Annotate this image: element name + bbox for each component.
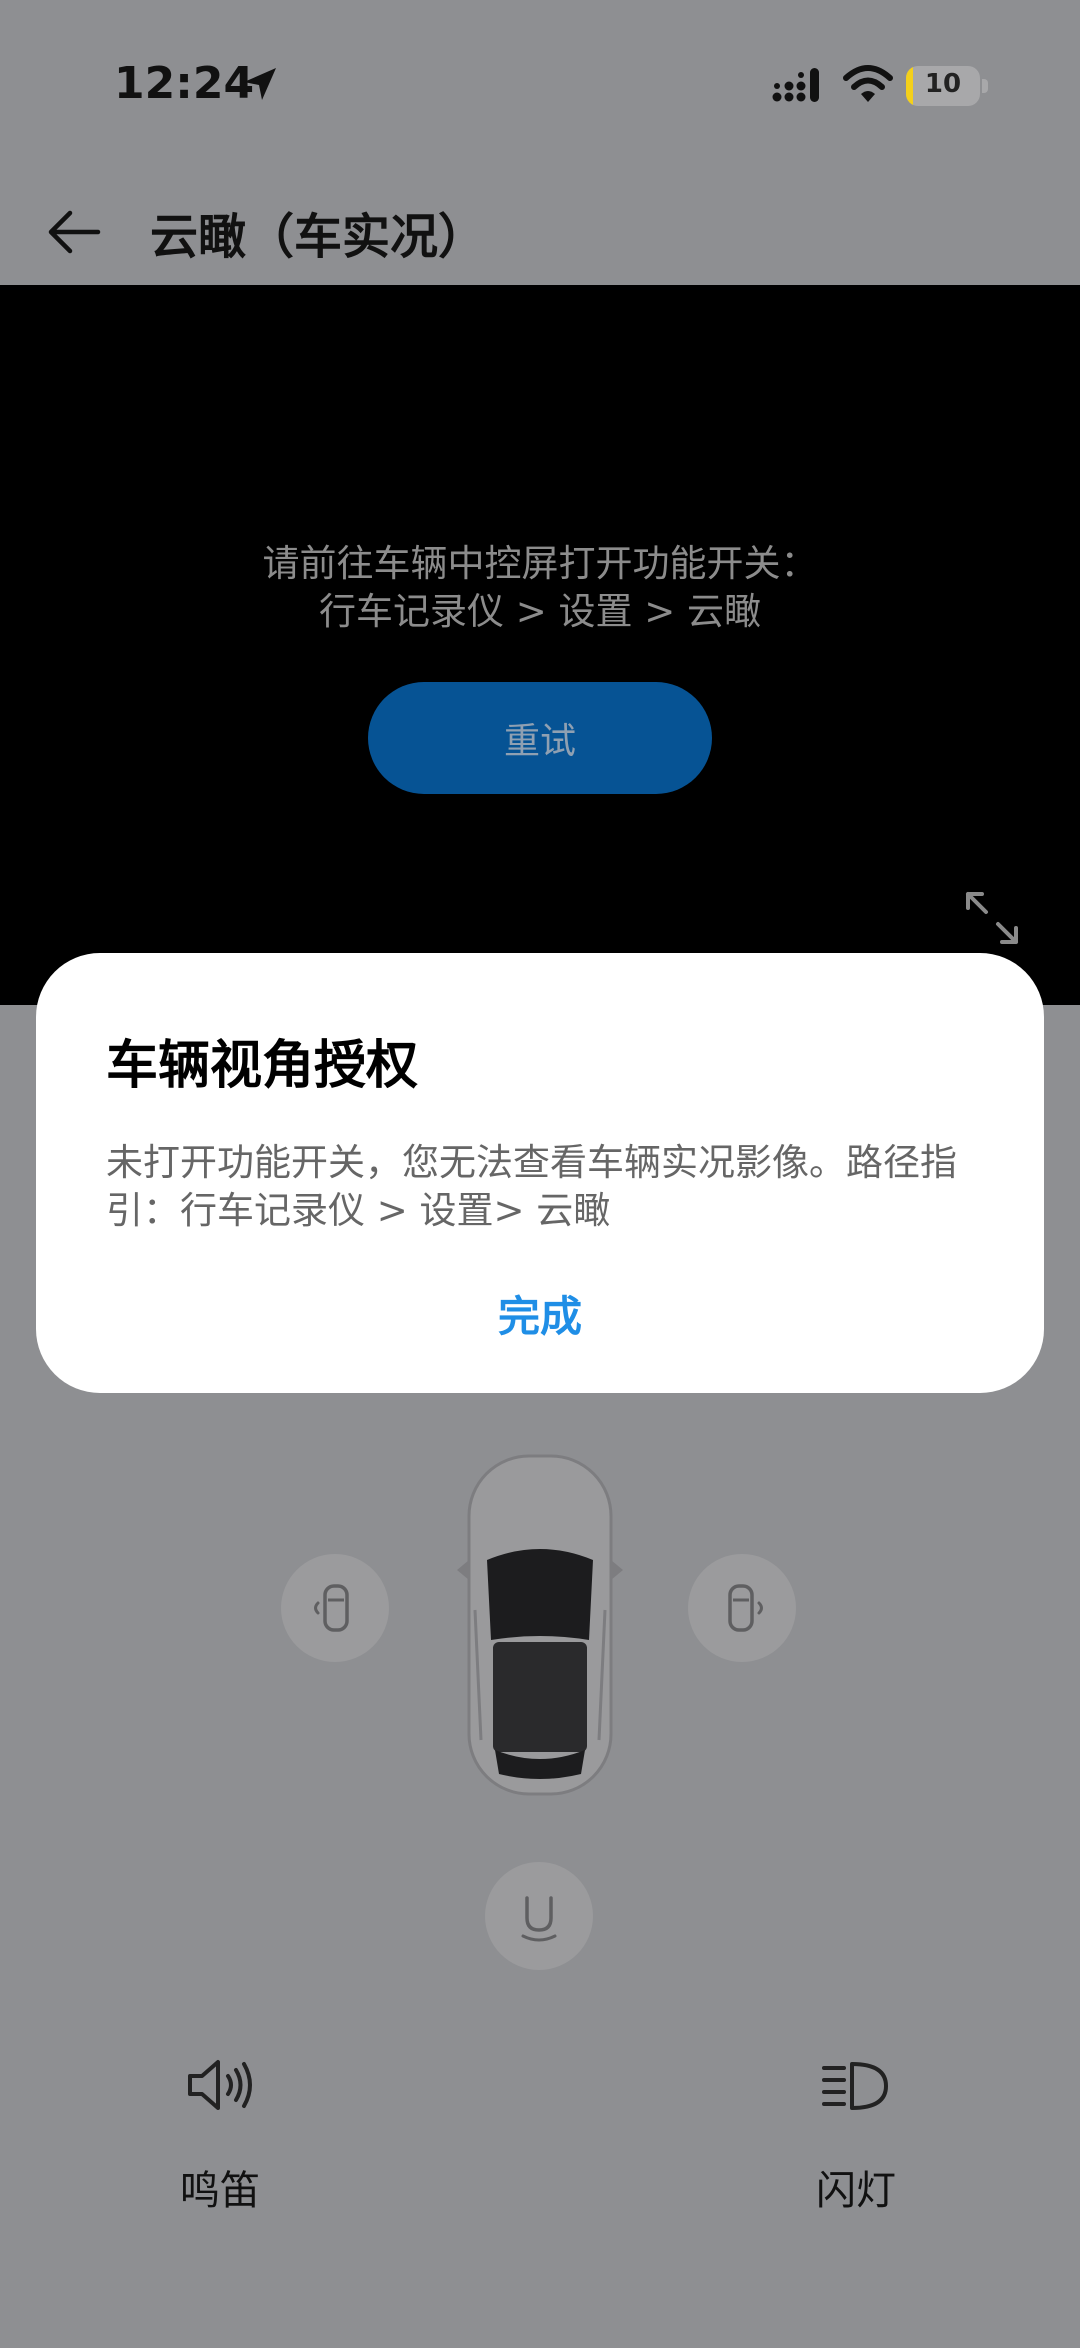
signal-icon <box>772 68 819 102</box>
fullscreen-expand-icon[interactable] <box>962 888 1022 948</box>
video-message: 请前往车辆中控屏打开功能开关： 行车记录仪 > 设置 > 云瞰 <box>0 540 1080 636</box>
status-bar: 12:24 10 <box>0 0 1080 175</box>
car-view-controls <box>0 1400 1080 2000</box>
battery-indicator: 10 <box>906 66 980 106</box>
horn-speaker-icon <box>188 2060 252 2110</box>
video-message-line1: 请前往车辆中控屏打开功能开关： <box>262 542 818 585</box>
arrow-left-icon[interactable] <box>40 197 110 267</box>
left-side-view-button[interactable] <box>281 1554 389 1662</box>
video-player: 请前往车辆中控屏打开功能开关： 行车记录仪 > 设置 > 云瞰 重试 <box>0 285 1080 1005</box>
dialog-title: 车辆视角授权 <box>106 1036 419 1096</box>
authorization-dialog: 车辆视角授权 未打开功能开关，您无法查看车辆实况影像。路径指引：行车记录仪 > … <box>36 953 1044 1393</box>
flash-lights-label: 闪灯 <box>816 2168 896 2214</box>
horn-button[interactable]: 鸣笛 <box>120 2050 320 2216</box>
right-side-view-icon <box>728 1584 763 1632</box>
horn-label: 鸣笛 <box>180 2168 260 2214</box>
wifi-icon <box>843 65 893 102</box>
video-message-line2: 行车记录仪 > 设置 > 云瞰 <box>318 590 762 633</box>
rear-view-icon <box>521 1896 557 1942</box>
battery-percent: 10 <box>924 69 962 99</box>
nav-bar: 云瞰（车实况） <box>0 175 1080 285</box>
dialog-body: 未打开功能开关，您无法查看车辆实况影像。路径指引：行车记录仪 > 设置> 云瞰 <box>106 1141 957 1232</box>
flash-lights-button[interactable]: 闪灯 <box>756 2050 956 2216</box>
left-side-view-icon <box>314 1584 349 1632</box>
right-side-view-button[interactable] <box>688 1554 796 1662</box>
dialog-done-button[interactable]: 完成 <box>36 1283 1044 1344</box>
page-title: 云瞰（车实况） <box>150 209 487 265</box>
car-top-view-image <box>457 1454 623 1796</box>
rear-view-button[interactable] <box>485 1862 593 1970</box>
location-arrow-icon <box>244 68 276 100</box>
status-time: 12:24 <box>114 58 255 109</box>
headlight-icon <box>822 2062 888 2110</box>
retry-button[interactable]: 重试 <box>368 682 712 794</box>
battery-tip <box>982 79 988 93</box>
